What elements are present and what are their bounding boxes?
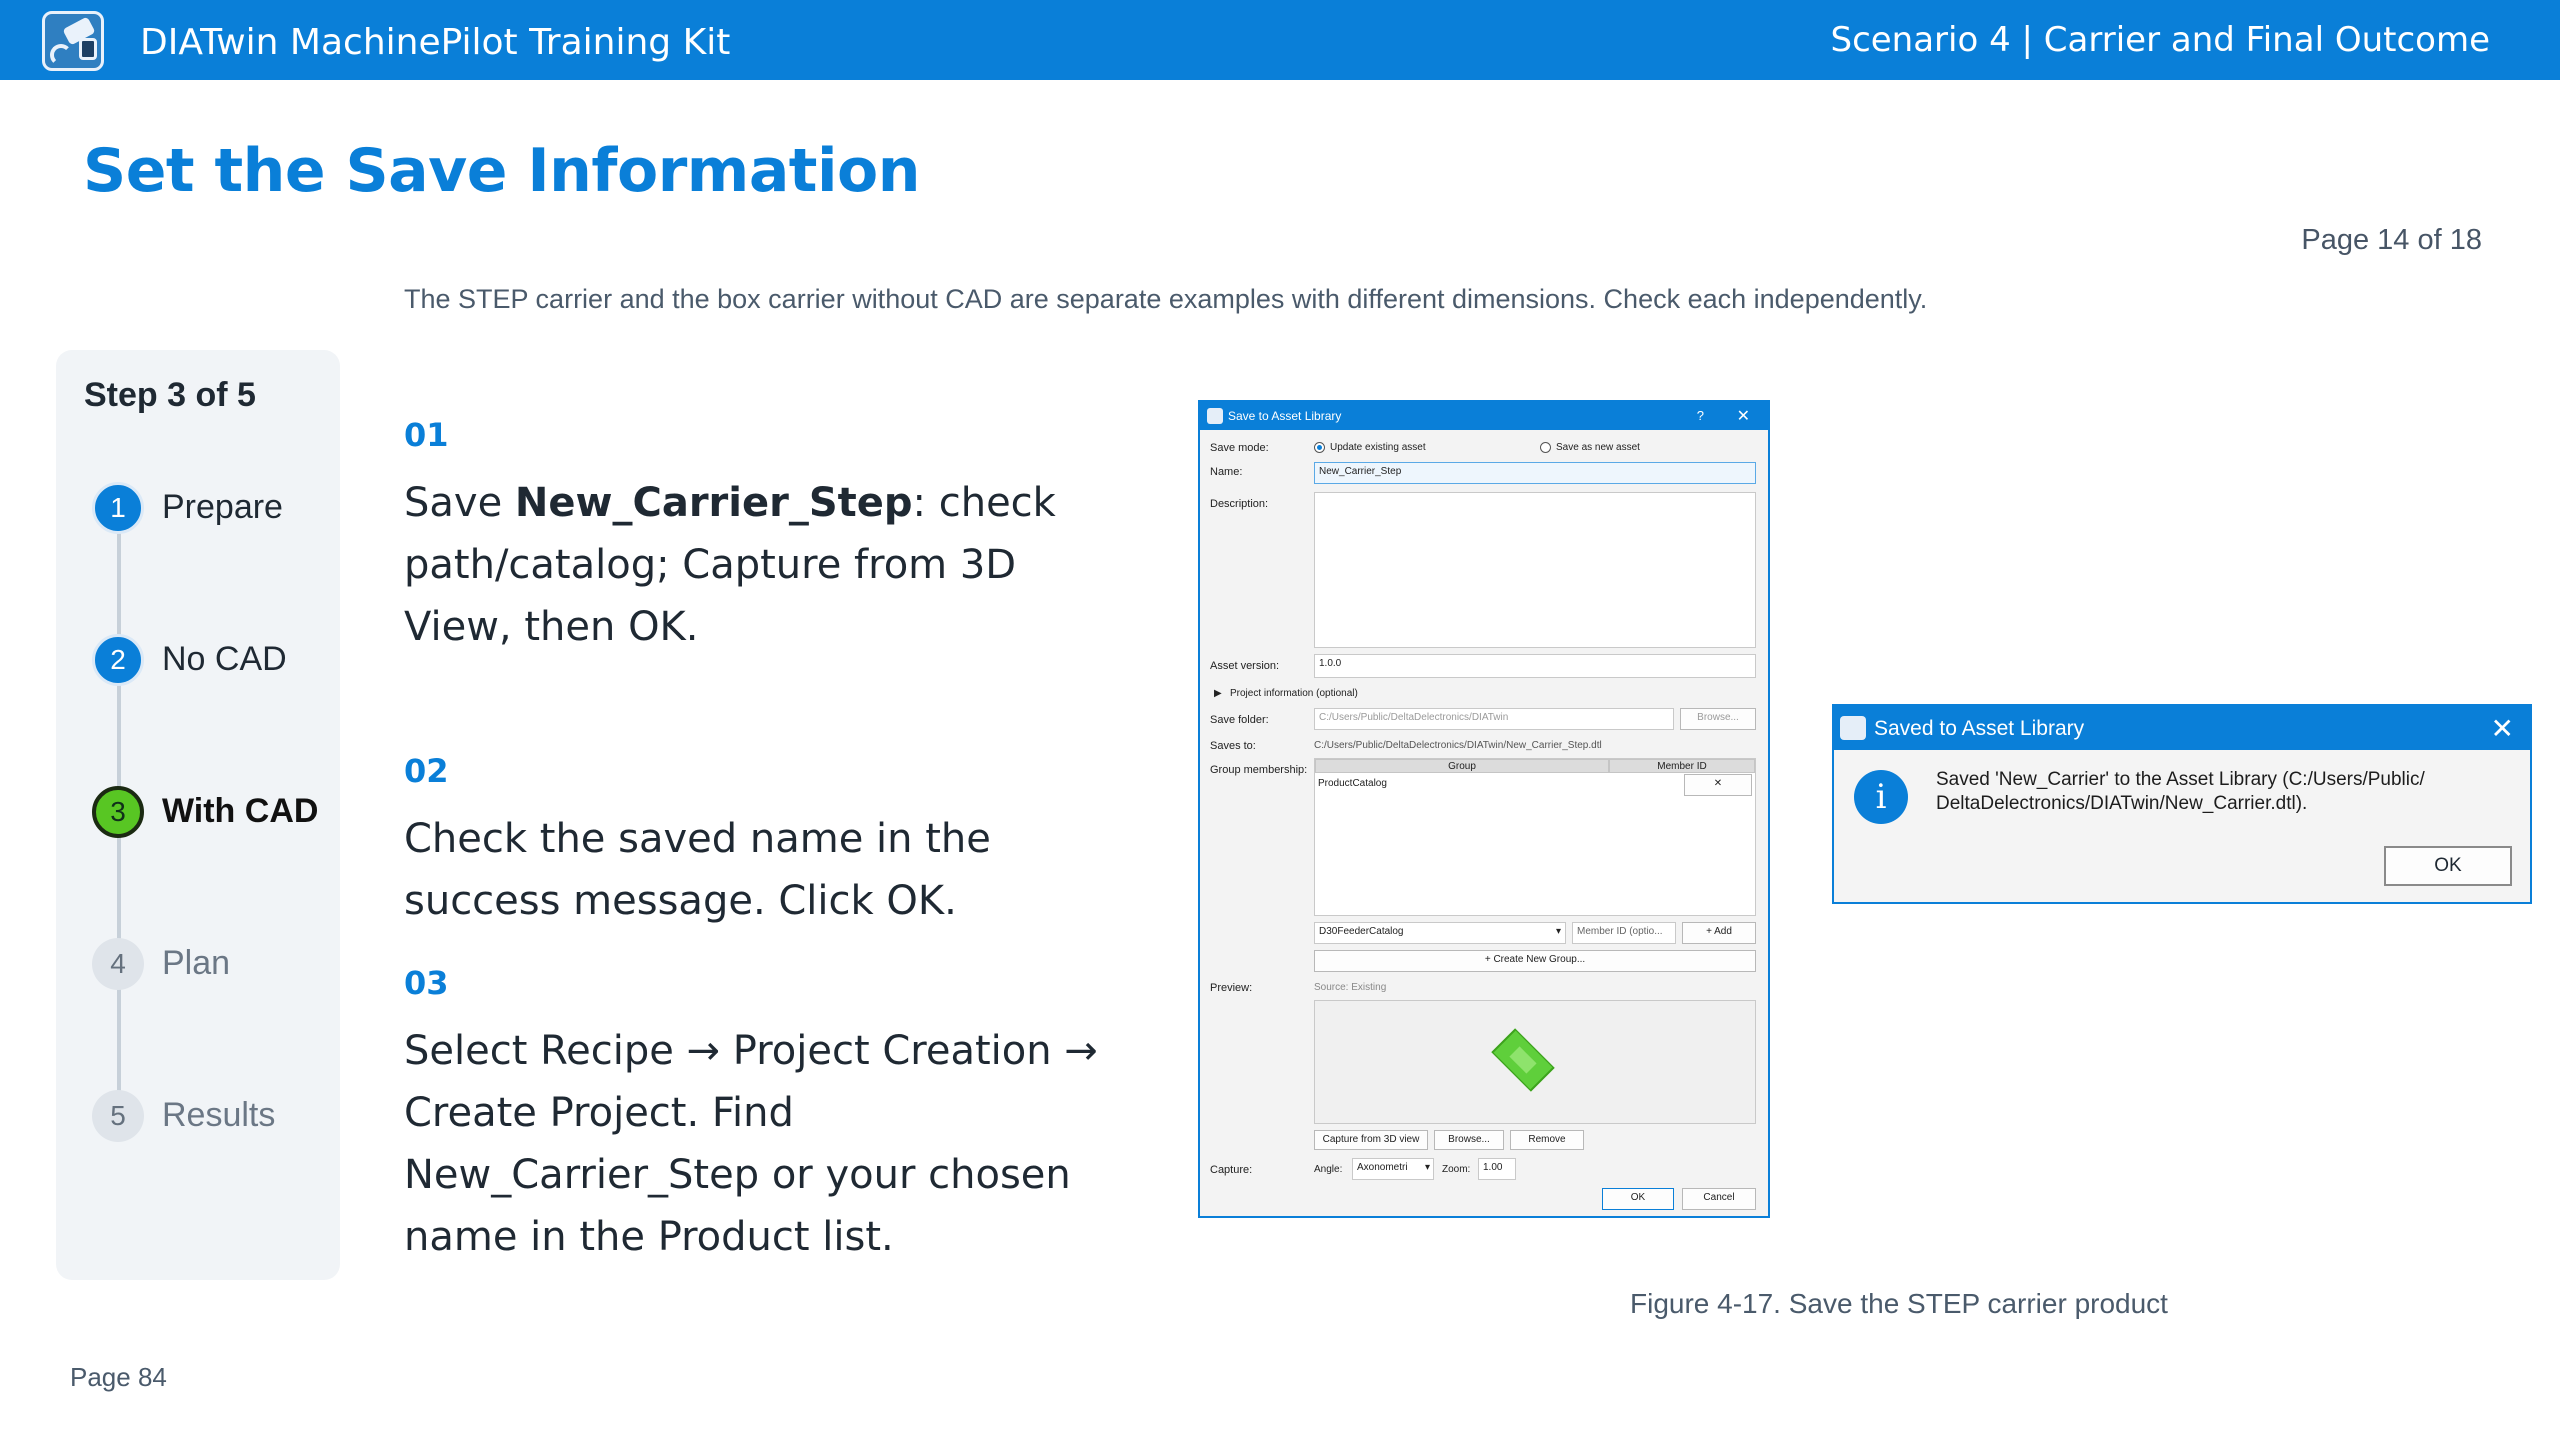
capture-3d-button[interactable]: Capture from 3D view <box>1314 1130 1428 1150</box>
stepper-title: Step 3 of 5 <box>84 376 256 414</box>
description-field[interactable] <box>1314 492 1756 648</box>
description-label: Description: <box>1210 498 1269 510</box>
saves-to-label: Saves to: <box>1210 740 1256 752</box>
page-title: Set the Save Information <box>83 136 921 206</box>
app-icon <box>1840 716 1866 740</box>
version-label: Asset version: <box>1210 660 1280 672</box>
catalog-select[interactable]: D30FeederCatalog ▾ <box>1314 922 1566 944</box>
update-existing-radio[interactable] <box>1314 442 1325 453</box>
ok-button[interactable]: OK <box>2384 846 2512 886</box>
help-icon[interactable]: ? <box>1697 408 1704 423</box>
app-icon <box>1207 408 1223 424</box>
step-label: No CAD <box>162 640 287 678</box>
save-folder-field[interactable]: C:/Users/Public/DeltaDelectronics/DIATwi… <box>1314 708 1674 730</box>
preview-label: Preview: <box>1210 982 1253 994</box>
member-id-input[interactable]: Member ID (optio... <box>1572 922 1676 944</box>
saved-confirmation-dialog: Saved to Asset Library ✕ i Saved 'New_Ca… <box>1832 704 2532 904</box>
angle-select[interactable]: Axonometri ▾ <box>1352 1158 1434 1180</box>
dialog-title: Save to Asset Library <box>1228 409 1342 423</box>
expand-arrow-icon[interactable]: ▶ <box>1214 688 1222 699</box>
scenario-title: Scenario 4 | Carrier and Final Outcome <box>1830 20 2490 60</box>
step-number: 3 <box>92 786 144 838</box>
chevron-down-icon: ▾ <box>1555 926 1561 937</box>
close-icon[interactable]: ✕ <box>1737 406 1750 426</box>
instruction-text: Check the saved name in the success mess… <box>404 816 991 924</box>
info-icon: i <box>1854 770 1908 824</box>
step-results[interactable]: 5 Results <box>92 1090 332 1144</box>
saves-to-path: C:/Users/Public/DeltaDelectronics/DIATwi… <box>1314 740 1602 751</box>
instruction-number: 01 <box>404 416 449 454</box>
member-column-header: Member ID <box>1609 759 1755 773</box>
group-column-header: Group <box>1315 759 1609 773</box>
update-existing-label: Update existing asset <box>1330 442 1426 453</box>
angle-label: Angle: <box>1314 1164 1343 1175</box>
name-field[interactable]: New_Carrier_Step <box>1314 462 1756 484</box>
group-row-name: ProductCatalog <box>1318 778 1387 789</box>
save-folder-label: Save folder: <box>1210 714 1269 726</box>
app-title: DIATwin MachinePilot Training Kit <box>140 22 731 63</box>
instruction-text: Save New_Carrier_Step: check path/catalo… <box>404 480 1056 650</box>
instruction-number: 03 <box>404 964 449 1002</box>
create-new-group-button[interactable]: + Create New Group... <box>1314 950 1756 972</box>
step-with-cad[interactable]: 3 With CAD <box>92 786 332 840</box>
ok-button[interactable]: OK <box>1602 1188 1674 1210</box>
instruction-3: 03 Select Recipe → Project Creation → Cr… <box>404 964 1124 1268</box>
page-counter: Page 14 of 18 <box>2301 224 2482 256</box>
figure-caption: Figure 4-17. Save the STEP carrier produ… <box>1630 1288 2168 1319</box>
group-membership-label: Group membership: <box>1210 764 1308 776</box>
top-bar: DIATwin MachinePilot Training Kit Scenar… <box>0 0 2560 80</box>
step-number: 2 <box>92 634 144 686</box>
chevron-down-icon: ▾ <box>1424 1162 1430 1173</box>
dialog-title-bar: Saved to Asset Library ✕ <box>1834 706 2530 750</box>
project-info-toggle[interactable]: Project information (optional) <box>1230 688 1358 699</box>
save-mode-label: Save mode: <box>1210 442 1269 454</box>
capture-label: Capture: <box>1210 1164 1253 1176</box>
cancel-button[interactable]: Cancel <box>1682 1188 1756 1210</box>
instruction-text: Select Recipe → Project Creation → Creat… <box>404 1028 1098 1260</box>
preview-source: Source: Existing <box>1314 982 1387 993</box>
zoom-stepper[interactable]: 1.00 <box>1478 1158 1516 1180</box>
step-prepare[interactable]: 1 Prepare <box>92 482 332 536</box>
instruction-2: 02 Check the saved name in the success m… <box>404 752 1124 932</box>
add-group-button[interactable]: + Add <box>1682 922 1756 944</box>
remove-image-button[interactable]: Remove <box>1510 1130 1584 1150</box>
step-label: Plan <box>162 944 231 982</box>
step-label: Results <box>162 1096 276 1134</box>
dialog-title: Saved to Asset Library <box>1874 717 2085 740</box>
version-field[interactable]: 1.0.0 <box>1314 654 1756 678</box>
browse-folder-button[interactable]: Browse... <box>1680 708 1756 730</box>
saved-message: Saved 'New_Carrier' to the Asset Library… <box>1936 769 2425 814</box>
step-navigator: Step 3 of 5 1 Prepare 2 No CAD 3 With CA… <box>56 350 340 1280</box>
save-as-new-label: Save as new asset <box>1556 442 1640 453</box>
name-label: Name: <box>1210 466 1243 478</box>
page-footer: Page 84 <box>70 1362 167 1392</box>
instruction-number: 02 <box>404 752 449 790</box>
step-label: Prepare <box>162 488 283 526</box>
save-to-asset-library-dialog: Save to Asset Library ? ✕ Save mode: Upd… <box>1198 400 1770 1218</box>
browse-image-button[interactable]: Browse... <box>1434 1130 1504 1150</box>
instruction-1: 01 Save New_Carrier_Step: check path/cat… <box>404 416 1124 658</box>
intro-text: The STEP carrier and the box carrier wit… <box>404 284 1928 314</box>
close-icon[interactable]: ✕ <box>2491 712 2514 745</box>
step-label: With CAD <box>162 792 319 830</box>
step-number: 4 <box>92 938 144 990</box>
zoom-label: Zoom: <box>1442 1164 1471 1175</box>
remove-group-button[interactable]: ✕ <box>1684 774 1752 796</box>
step-number: 5 <box>92 1090 144 1142</box>
machinepilot-logo-icon <box>42 11 104 71</box>
dialog-title-bar: Save to Asset Library ? ✕ <box>1200 402 1768 430</box>
step-plan[interactable]: 4 Plan <box>92 938 332 992</box>
step-number: 1 <box>92 482 144 534</box>
step-no-cad[interactable]: 2 No CAD <box>92 634 332 688</box>
save-as-new-radio[interactable] <box>1540 442 1551 453</box>
